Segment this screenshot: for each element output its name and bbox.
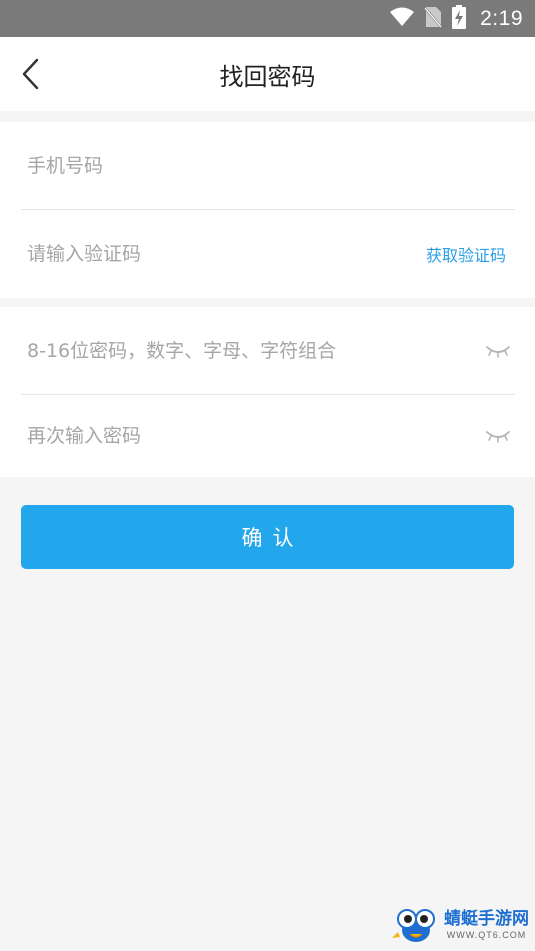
page-title: 找回密码 [219, 62, 316, 91]
confirm-password-input[interactable] [21, 416, 485, 456]
verification-code-input[interactable] [21, 234, 426, 274]
confirm-button[interactable]: 确认 [21, 505, 514, 569]
password-card [0, 307, 535, 477]
battery-charging-icon [452, 4, 467, 33]
password-row [21, 307, 515, 395]
password-visibility-toggle[interactable] [485, 343, 511, 359]
get-code-button[interactable]: 获取验证码 [426, 242, 506, 266]
watermark-text: 蜻蜓手游网 WWW.QT6.COM [444, 908, 529, 940]
status-bar: 2:19 [0, 0, 535, 37]
confirm-password-visibility-toggle[interactable] [485, 428, 511, 444]
wifi-icon [390, 7, 415, 31]
back-button[interactable] [14, 57, 48, 91]
watermark-url: WWW.QT6.COM [446, 929, 527, 940]
app-bar: 找回密码 [0, 37, 535, 111]
eye-closed-icon [486, 431, 510, 443]
confirm-password-row [21, 395, 515, 477]
code-row: 获取验证码 [21, 210, 515, 298]
no-sim-icon [424, 6, 443, 32]
phone-verification-card: 获取验证码 [0, 122, 535, 298]
dragonfly-logo-icon [392, 909, 435, 942]
watermark-name: 蜻蜓手游网 [444, 908, 529, 929]
phone-row [21, 122, 515, 210]
watermark: 蜻蜓手游网 WWW.QT6.COM [392, 903, 529, 947]
eye-closed-icon [486, 345, 510, 358]
phone-input[interactable] [21, 145, 515, 186]
status-time: 2:19 [480, 6, 523, 30]
password-input[interactable] [21, 330, 485, 371]
chevron-left-icon [22, 58, 39, 90]
